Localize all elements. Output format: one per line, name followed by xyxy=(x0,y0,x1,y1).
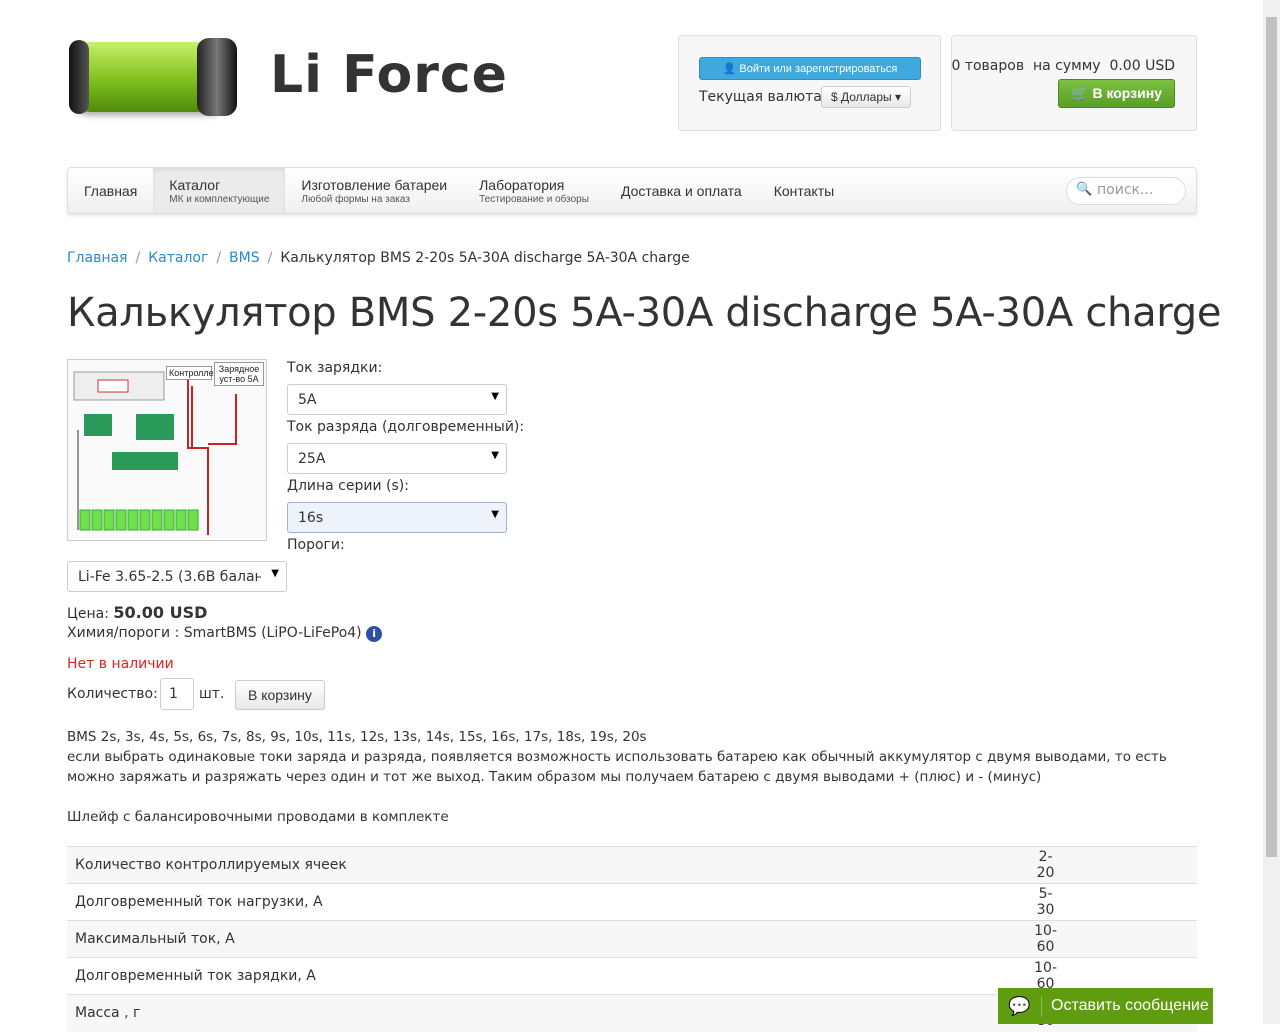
table-row: Максимальный ток, А 10-60 xyxy=(67,920,1197,958)
select-value: 5A xyxy=(298,392,317,408)
leave-message-button[interactable]: 💬 Оставить сообщение xyxy=(998,988,1213,1024)
series-length-label: Длина серии (s): xyxy=(287,478,409,494)
spec-value: 5-30 xyxy=(1026,883,1197,921)
breadcrumb-bms[interactable]: BMS xyxy=(229,250,260,266)
thresholds-select[interactable]: Li-Fe 3.65-2.5 (3.6В балансир) ▼ xyxy=(67,561,287,592)
cart-button[interactable]: 🛒 В корзину xyxy=(1058,79,1175,108)
cart-button-label: В корзину xyxy=(1092,85,1162,101)
nav-item-contacts[interactable]: Контакты xyxy=(758,168,850,213)
nav-label: Каталог xyxy=(169,176,221,193)
info-icon[interactable]: i xyxy=(366,626,383,642)
quantity-input[interactable]: 1 xyxy=(160,678,194,710)
nav-label: Доставка и оплата xyxy=(620,182,742,199)
spec-name: Долговременный ток нагрузки, А xyxy=(67,883,1027,921)
nav-item-lab[interactable]: Лаборатория Тестирование и обзоры xyxy=(463,168,605,213)
nav-label: Главная xyxy=(84,182,138,199)
thresholds-label: Пороги: xyxy=(287,537,345,553)
breadcrumb-catalog[interactable]: Каталог xyxy=(148,250,208,266)
spec-name: Количество контроллируемых ячеек xyxy=(67,846,1027,884)
search-input[interactable]: 🔍 поиск... xyxy=(1066,177,1186,205)
controller-label: Контроллер xyxy=(166,366,219,380)
table-row: Долговременный ток нагрузки, А 5-30 xyxy=(67,883,1197,921)
nav-label: Контакты xyxy=(773,182,835,199)
battery-logo-icon xyxy=(67,30,242,120)
breadcrumb-current: Калькулятор BMS 2-20s 5A-30A discharge 5… xyxy=(280,250,690,266)
nav-sub: Тестирование и обзоры xyxy=(479,193,589,205)
leave-message-label: Оставить сообщение xyxy=(1051,997,1209,1014)
nav-item-home[interactable]: Главная xyxy=(68,168,153,213)
table-row: Количество контроллируемых ячеек 2-20 xyxy=(67,846,1197,884)
discharge-current-label: Ток разряда (долговременный): xyxy=(287,419,525,435)
scrollbar-thumb[interactable] xyxy=(1266,17,1277,857)
description-line: если выбрать одинаковые токи заряда и ра… xyxy=(67,749,1167,785)
breadcrumb-home[interactable]: Главная xyxy=(67,250,127,266)
page-title: Калькулятор BMS 2-20s 5A-30A discharge 5… xyxy=(67,290,1222,336)
stock-status: Нет в наличии xyxy=(67,656,174,672)
scrollbar[interactable] xyxy=(1263,0,1280,1024)
product-image[interactable]: Контроллер Зарядное уст-во 5А xyxy=(67,359,267,541)
main-nav: Главная Каталог МК и комплектующие Изгото… xyxy=(67,167,1197,214)
price: Цена: 50.00 USD xyxy=(67,603,207,622)
series-length-select[interactable]: 16s ▼ xyxy=(287,502,507,533)
nav-sub: Любой формы на заказ xyxy=(301,193,410,205)
chemistry: Химия/пороги : SmartBMS (LiPO-LiFePo4) i xyxy=(67,625,383,642)
wiring-diagram-icon xyxy=(73,371,237,535)
spec-name: Масса , г xyxy=(67,994,1027,1032)
unit-label: шт. xyxy=(199,686,225,702)
nav-item-delivery[interactable]: Доставка и оплата xyxy=(605,168,758,213)
spec-name: Максимальный ток, А xyxy=(67,920,1027,958)
select-value: Li-Fe 3.65-2.5 (3.6В балансир) xyxy=(78,569,261,585)
spec-name: Долговременный ток зарядки, А xyxy=(67,957,1027,995)
login-button[interactable]: 👤 Войти или зарегистрироваться xyxy=(699,57,921,80)
nav-sub: МК и комплектующие xyxy=(169,193,270,205)
discharge-current-select[interactable]: 25A ▼ xyxy=(287,443,507,474)
caret-down-icon: ▼ xyxy=(491,450,499,461)
charge-current-select[interactable]: 5A ▼ xyxy=(287,384,507,415)
nav-item-battery[interactable]: Изготовление батареи Любой формы на заказ xyxy=(285,168,463,213)
chat-bubble-icon: 💬 xyxy=(998,995,1042,1017)
charge-current-label: Ток зарядки: xyxy=(287,360,383,376)
description-line: Шлейф с балансировочными проводами в ком… xyxy=(67,809,449,825)
brand-name: Li Force xyxy=(270,45,508,105)
chemistry-text: Химия/пороги : SmartBMS (LiPO-LiFePo4) xyxy=(67,625,362,641)
cart-icon: 🛒 xyxy=(1071,85,1089,101)
currency-dropdown[interactable]: $ Доллары ▾ xyxy=(821,86,912,108)
charger-label: Зарядное уст-во 5А xyxy=(214,362,264,386)
description: BMS 2s, 3s, 4s, 5s, 6s, 7s, 8s, 9s, 10s,… xyxy=(67,727,1197,827)
search-placeholder: поиск... xyxy=(1097,182,1154,198)
caret-down-icon: ▼ xyxy=(491,509,499,520)
nav-item-catalog[interactable]: Каталог МК и комплектующие xyxy=(153,168,286,213)
add-to-cart-button[interactable]: В корзину xyxy=(235,680,325,710)
spec-value: 2-20 xyxy=(1026,846,1197,884)
nav-label: Изготовление батареи xyxy=(301,176,448,193)
cart-summary: 0 товаров на сумму 0.00 USD xyxy=(951,58,1175,74)
account-panel: 👤 Войти или зарегистрироваться Текущая в… xyxy=(678,35,941,131)
price-label: Цена: xyxy=(67,606,109,622)
caret-down-icon: ▾ xyxy=(895,90,902,104)
nav-label: Лаборатория xyxy=(479,176,565,193)
logo[interactable]: Li Force xyxy=(67,30,508,120)
spec-value: 10-60 xyxy=(1026,920,1197,958)
price-value: 50.00 USD xyxy=(113,603,208,622)
quantity-label: Количество: xyxy=(67,686,158,702)
currency-value: $ Доллары xyxy=(831,90,892,104)
login-label: Войти или зарегистрироваться xyxy=(739,63,898,75)
breadcrumb: Главная / Каталог / BMS / Калькулятор BMS 2-20… xyxy=(67,250,690,266)
cart-panel: 0 товаров на сумму 0.00 USD 🛒 В корзину xyxy=(951,35,1197,131)
description-line: BMS 2s, 3s, 4s, 5s, 6s, 7s, 8s, 9s, 10s,… xyxy=(67,729,647,745)
caret-down-icon: ▼ xyxy=(271,568,279,579)
select-value: 25A xyxy=(298,451,326,467)
user-icon: 👤 xyxy=(722,63,737,75)
select-value: 16s xyxy=(298,510,324,526)
caret-down-icon: ▼ xyxy=(491,391,499,402)
currency-label: Текущая валюта: xyxy=(699,89,827,105)
search-icon: 🔍 xyxy=(1076,182,1093,197)
